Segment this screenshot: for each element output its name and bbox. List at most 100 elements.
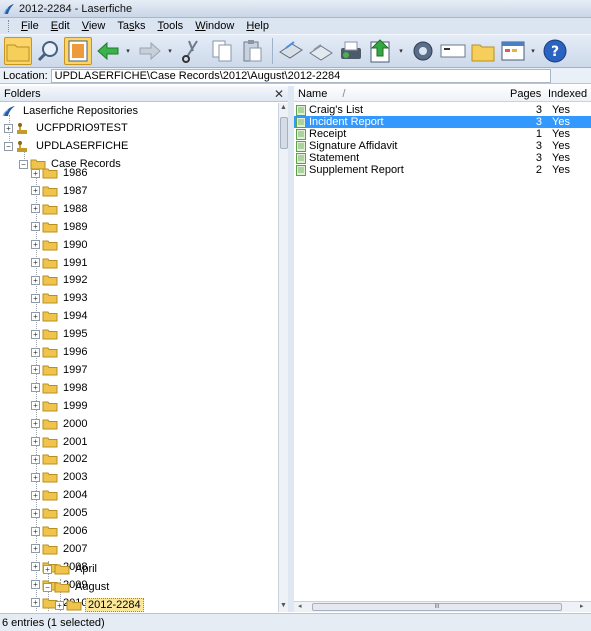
expand-icon[interactable]: + [43, 564, 52, 574]
list-row-selected[interactable]: Incident Report 3 Yes [294, 116, 591, 128]
expand-icon[interactable]: + [31, 472, 40, 482]
tree-node-folder[interactable]: +2007 [31, 541, 89, 557]
view-options-button[interactable] [499, 37, 527, 65]
forward-button[interactable] [136, 37, 164, 65]
menu-tools[interactable]: Tools [152, 20, 190, 32]
list-row[interactable]: Signature Affidavit 3 Yes [294, 140, 591, 152]
menu-view[interactable]: View [76, 20, 112, 32]
tree-node-folder[interactable]: − August [43, 579, 111, 595]
import-button[interactable] [307, 37, 335, 65]
tree-node-folder[interactable]: +1989 [31, 219, 89, 235]
expand-icon[interactable]: + [31, 580, 40, 590]
tree-node-repository[interactable]: − UPDLASERFICHE [4, 138, 130, 154]
tree-node-folder[interactable]: +1991 [31, 255, 89, 271]
expand-icon[interactable]: + [31, 490, 40, 500]
tree-node-folder[interactable]: +1995 [31, 326, 89, 342]
expand-icon[interactable]: + [4, 123, 13, 133]
back-dropdown[interactable]: ▾ [124, 37, 132, 65]
tree-node-folder-selected[interactable]: + 2012-2284 [55, 597, 144, 612]
help-button[interactable]: ? [541, 37, 569, 65]
tree-node-folder[interactable]: +1988 [31, 201, 89, 217]
tree-node-folder[interactable]: +1993 [31, 290, 89, 306]
expand-icon[interactable]: + [31, 365, 40, 375]
menu-window[interactable]: Window [189, 20, 240, 32]
cut-button[interactable] [178, 37, 206, 65]
tree-node-folder[interactable]: +1990 [31, 237, 89, 253]
tree-node-folder[interactable]: +2001 [31, 434, 89, 450]
expand-icon[interactable]: + [31, 347, 40, 357]
tree-node-root[interactable]: Laserfiche Repositories [2, 103, 140, 119]
expand-icon[interactable]: + [31, 454, 40, 464]
close-icon[interactable]: ✕ [274, 87, 284, 101]
tree-node-folder[interactable]: +1996 [31, 344, 89, 360]
collapse-icon[interactable]: − [19, 159, 28, 169]
expand-icon[interactable]: + [31, 204, 40, 214]
list-row[interactable]: Supplement Report 2 Yes [294, 164, 591, 176]
collapse-icon[interactable]: − [43, 582, 52, 592]
export-dropdown[interactable]: ▾ [397, 37, 405, 65]
export-button[interactable] [367, 37, 395, 65]
tree-node-folder[interactable]: +1997 [31, 362, 89, 378]
menu-grip[interactable] [8, 20, 11, 32]
menu-tasks[interactable]: Tasks [111, 20, 151, 32]
search-button[interactable] [34, 37, 62, 65]
tree-node-folder[interactable]: +1998 [31, 380, 89, 396]
expand-icon[interactable]: + [31, 240, 40, 250]
tree-node-repository[interactable]: + UCFPDRIO9TEST [4, 120, 130, 136]
expand-icon[interactable]: + [31, 311, 40, 321]
expand-icon[interactable]: + [31, 168, 40, 178]
expand-icon[interactable]: + [31, 562, 40, 572]
expand-icon[interactable]: + [31, 401, 40, 411]
paste-button[interactable] [238, 37, 266, 65]
copy-button[interactable] [208, 37, 236, 65]
scroll-up-icon[interactable]: ▲ [280, 104, 287, 111]
list-view-button[interactable] [64, 37, 92, 65]
collapse-icon[interactable]: − [4, 141, 13, 151]
tree-node-folder[interactable]: + April [43, 561, 99, 577]
scroll-right-icon[interactable]: ▸ [580, 602, 584, 610]
folders-toggle-button[interactable] [4, 37, 32, 65]
scrollbar-thumb[interactable] [280, 117, 288, 149]
scrollbar-thumb[interactable]: III [312, 603, 562, 611]
tree-node-folder[interactable]: +1986 [31, 165, 89, 181]
expand-icon[interactable]: + [31, 329, 40, 339]
tree-node-folder[interactable]: +2002 [31, 451, 89, 467]
expand-icon[interactable]: + [31, 419, 40, 429]
menu-help[interactable]: Help [240, 20, 275, 32]
expand-icon[interactable]: + [31, 275, 40, 285]
menu-edit[interactable]: Edit [45, 20, 76, 32]
print-button[interactable] [337, 37, 365, 65]
column-header-indexed[interactable]: Indexed [544, 86, 591, 102]
barcode-button[interactable] [439, 37, 467, 65]
column-header-pages[interactable]: Pages [506, 86, 544, 102]
back-button[interactable] [94, 37, 122, 65]
forward-dropdown[interactable]: ▾ [166, 37, 174, 65]
tree-node-folder[interactable]: +1999 [31, 398, 89, 414]
expand-icon[interactable]: + [31, 437, 40, 446]
list-row[interactable]: Statement 3 Yes [294, 152, 591, 164]
expand-icon[interactable]: + [31, 508, 40, 518]
scroll-down-icon[interactable]: ▼ [280, 602, 287, 609]
list-row[interactable]: Receipt 1 Yes [294, 128, 591, 140]
tree-node-folder[interactable]: +2004 [31, 487, 89, 503]
list-row[interactable]: Craig's List 3 Yes [294, 104, 591, 116]
tree-node-folder[interactable]: +2003 [31, 469, 89, 485]
expand-icon[interactable]: + [31, 598, 40, 608]
scan-button[interactable] [277, 37, 305, 65]
expand-icon[interactable]: + [31, 222, 40, 232]
view-options-dropdown[interactable]: ▾ [529, 37, 537, 65]
expand-icon[interactable]: + [31, 258, 40, 267]
expand-icon[interactable]: + [31, 293, 40, 303]
location-field[interactable]: UPDLASERFICHE\Case Records\2012\August\2… [50, 68, 551, 83]
tree-node-folder[interactable]: +1987 [31, 183, 89, 199]
expand-icon[interactable]: + [31, 186, 40, 196]
expand-icon[interactable]: + [31, 526, 40, 536]
tree-node-folder[interactable]: +1994 [31, 308, 89, 324]
tree-node-folder[interactable]: +2000 [31, 416, 89, 432]
list-horizontal-scrollbar[interactable]: ◂ III ▸ [294, 601, 591, 612]
tree-node-folder[interactable]: +2005 [31, 505, 89, 521]
scroll-left-icon[interactable]: ◂ [298, 602, 302, 610]
new-folder-button[interactable] [469, 37, 497, 65]
folder-tree-scrollbar[interactable]: ▲ ▼ [278, 103, 288, 612]
column-header-name[interactable]: Name / [294, 86, 506, 102]
